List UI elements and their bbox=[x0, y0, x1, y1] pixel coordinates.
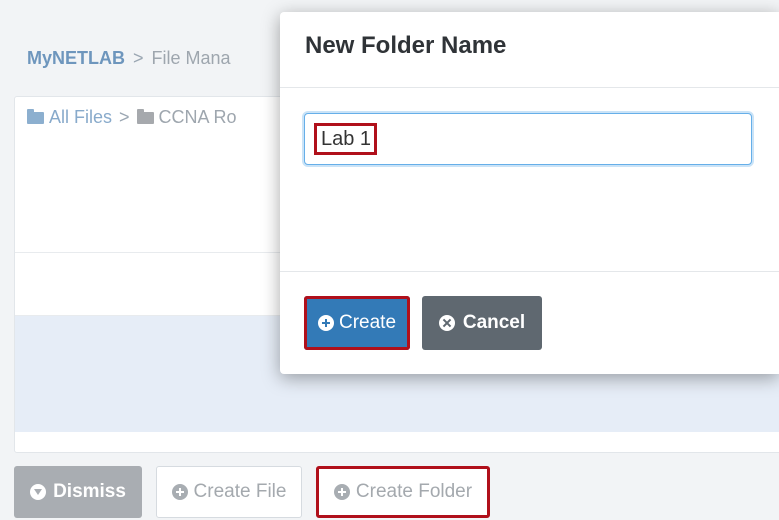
plus-circle-icon bbox=[333, 484, 350, 500]
create-file-button-label: Create File bbox=[193, 481, 287, 502]
new-folder-dialog: New Folder Name Lab 1 Create Cancel bbox=[280, 12, 779, 374]
dismiss-button-label: Dismiss bbox=[53, 481, 126, 502]
breadcrumb-separator: > bbox=[133, 48, 144, 68]
path-separator: > bbox=[119, 107, 130, 127]
breadcrumb: MyNETLAB > File Mana bbox=[27, 48, 231, 69]
folder-icon bbox=[27, 109, 44, 124]
create-button-label: Create bbox=[338, 312, 397, 333]
dialog-title: New Folder Name bbox=[305, 32, 507, 59]
circle-arrow-down-icon bbox=[30, 484, 47, 500]
divider bbox=[280, 271, 779, 272]
create-file-button[interactable]: Create File bbox=[156, 466, 302, 518]
folder-name-input[interactable]: Lab 1 bbox=[304, 113, 752, 165]
plus-circle-icon bbox=[317, 315, 334, 331]
x-circle-icon bbox=[438, 315, 455, 331]
create-folder-button-label: Create Folder bbox=[355, 481, 473, 502]
path-current-folder: CCNA Ro bbox=[158, 107, 237, 127]
folder-name-input-value: Lab 1 bbox=[314, 123, 378, 155]
create-button[interactable]: Create bbox=[304, 296, 410, 350]
create-folder-button[interactable]: Create Folder bbox=[316, 466, 490, 518]
plus-circle-icon bbox=[171, 484, 188, 500]
path-all-files-link[interactable]: All Files bbox=[49, 107, 112, 127]
dismiss-button[interactable]: Dismiss bbox=[14, 466, 142, 518]
cancel-button[interactable]: Cancel bbox=[422, 296, 542, 350]
folder-icon bbox=[136, 109, 154, 124]
folder-path: All Files > CCNA Ro bbox=[27, 107, 237, 128]
cancel-button-label: Cancel bbox=[462, 312, 526, 333]
breadcrumb-root-link[interactable]: MyNETLAB bbox=[27, 48, 125, 68]
divider bbox=[280, 87, 779, 88]
breadcrumb-current: File Mana bbox=[151, 48, 231, 68]
